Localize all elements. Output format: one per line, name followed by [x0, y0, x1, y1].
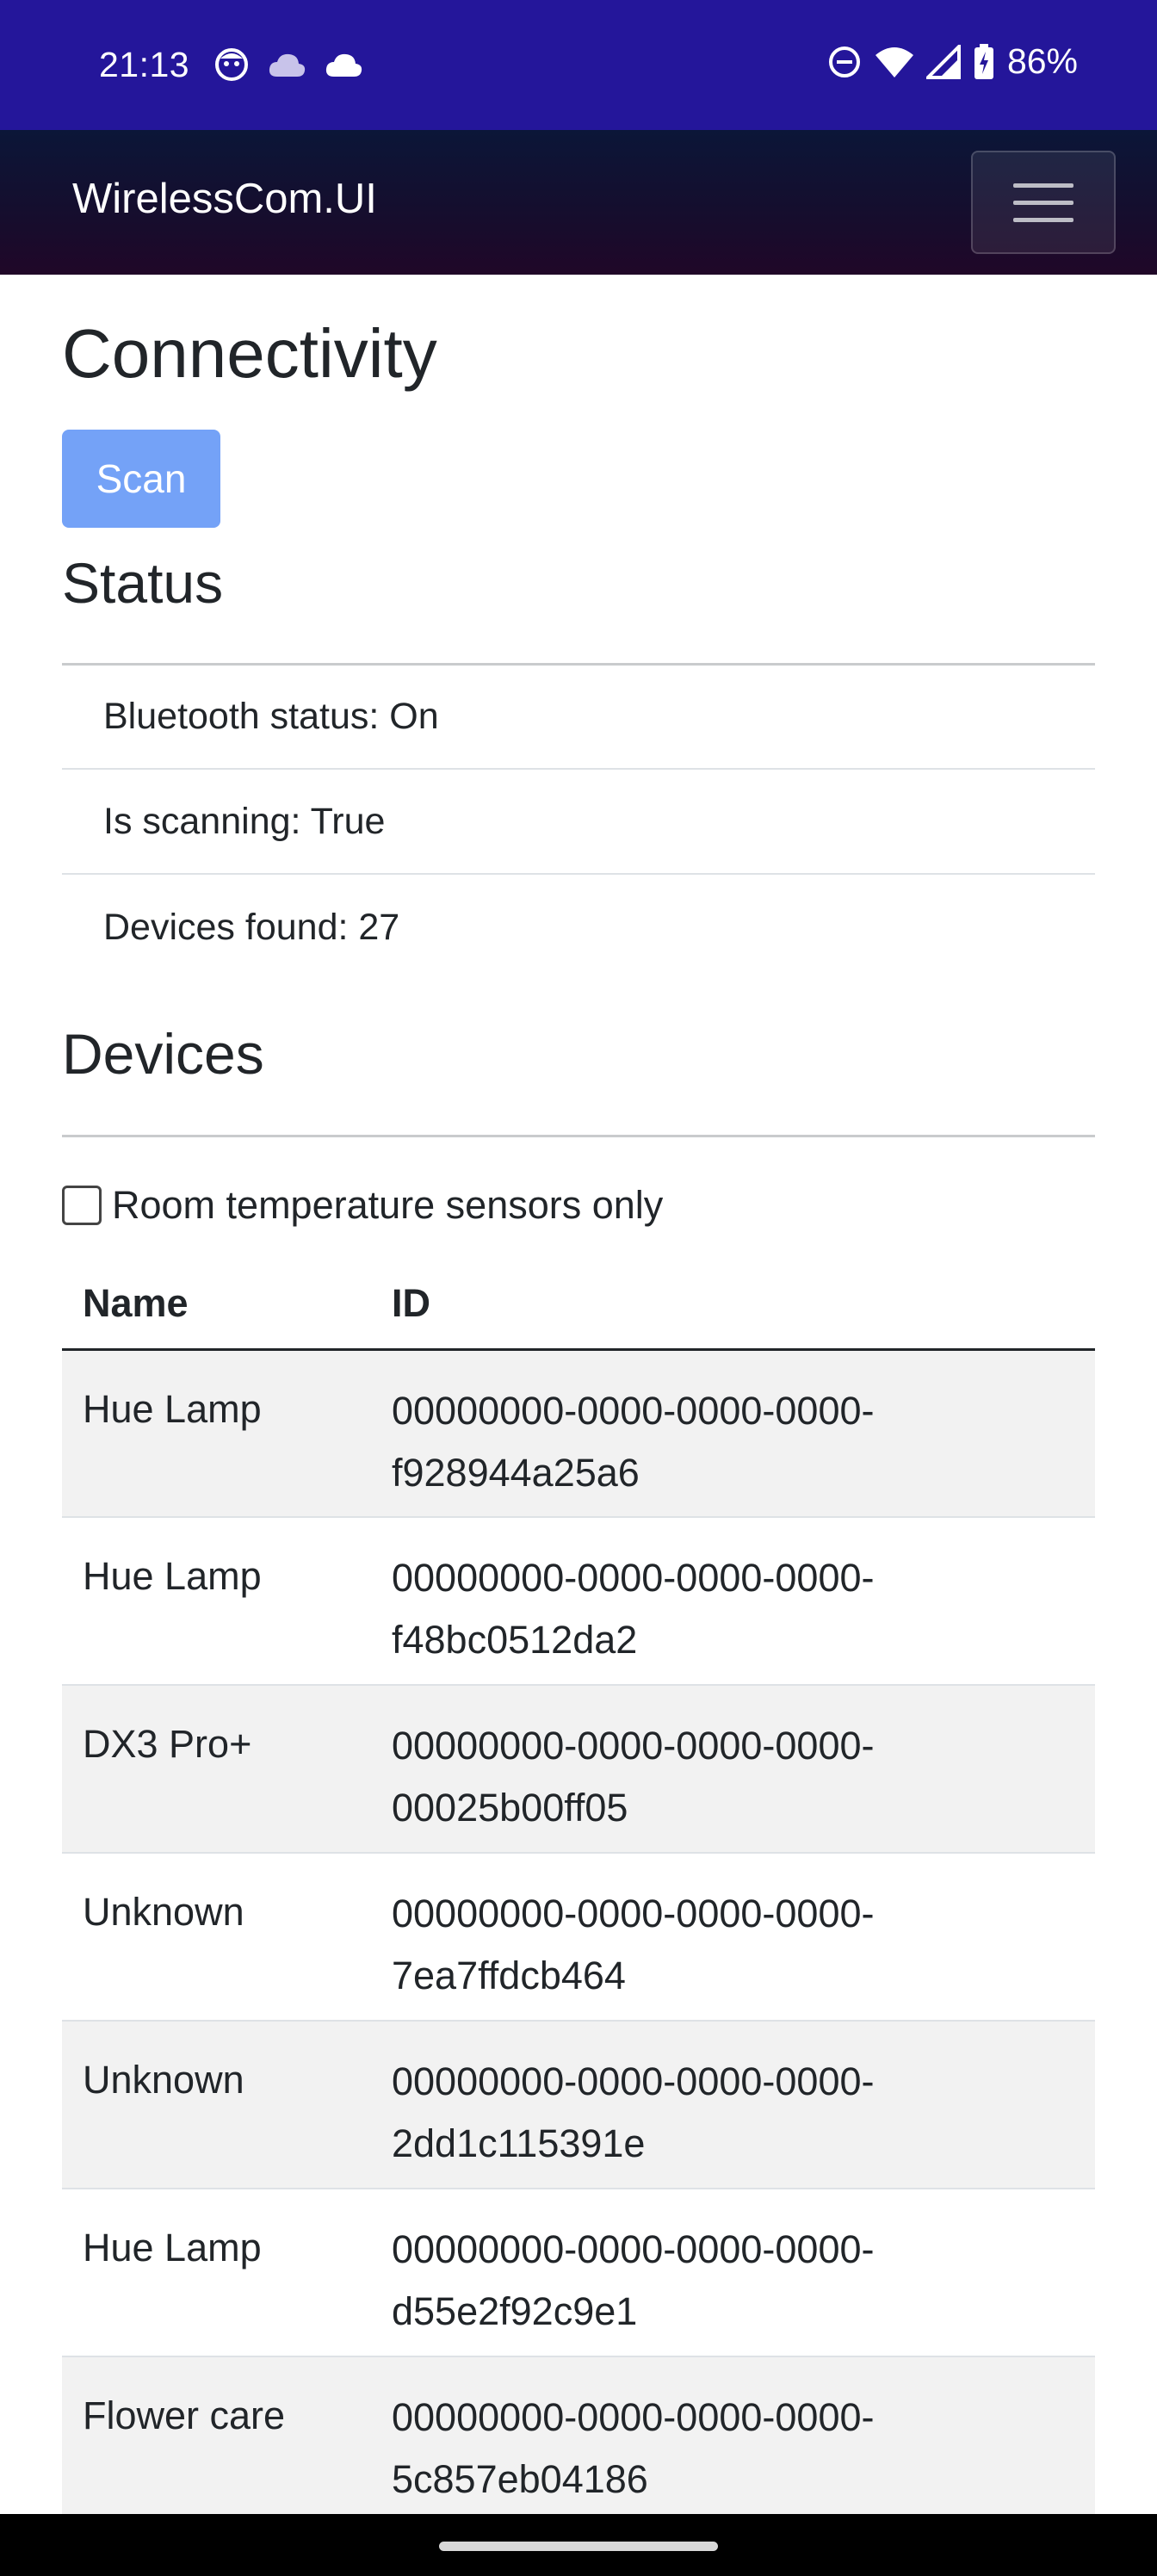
device-id-part: 00000000-0000-0000-0000- — [392, 1556, 875, 1600]
devices-table: Name ID Hue Lamp 00000000-0000-0000-0000… — [62, 1259, 1095, 2525]
device-id-part: f48bc0512da2 — [392, 1618, 638, 1662]
page-title: Connectivity — [62, 315, 437, 392]
device-name: Hue Lamp — [62, 1517, 371, 1686]
bluetooth-status: Bluetooth status: On — [62, 665, 1095, 770]
hamburger-icon-bar — [1013, 200, 1073, 205]
device-id-part: 00000000-0000-0000-0000- — [392, 2227, 875, 2271]
dnd-icon — [828, 46, 860, 77]
device-id-part: f928944a25a6 — [392, 1450, 640, 1495]
battery-percentage: 86% — [1006, 41, 1078, 81]
device-name: Unknown — [62, 2021, 371, 2189]
device-id-part: 00000000-0000-0000-0000- — [392, 2395, 875, 2439]
cloud-icon — [269, 53, 306, 77]
device-id: 00000000-0000-0000-0000- f928944a25a6 — [371, 1349, 1095, 1518]
table-row[interactable]: Flower care 00000000-0000-0000-0000- 5c85… — [62, 2356, 1095, 2525]
device-name: Hue Lamp — [62, 2189, 371, 2357]
device-id-part: 00000000-0000-0000-0000- — [392, 1724, 875, 1768]
device-name: Unknown — [62, 1853, 371, 2022]
hamburger-icon — [1013, 183, 1073, 188]
device-id: 00000000-0000-0000-0000- 7ea7ffdcb464 — [371, 1853, 1095, 2022]
device-id: 00000000-0000-0000-0000- d55e2f92c9e1 — [371, 2189, 1095, 2357]
device-id: 00000000-0000-0000-0000- f48bc0512da2 — [371, 1517, 1095, 1686]
column-header-id: ID — [371, 1259, 1095, 1351]
table-row[interactable]: Hue Lamp 00000000-0000-0000-0000- f928944… — [62, 1349, 1095, 1518]
device-id-part: 2dd1c115391e — [392, 2121, 646, 2165]
table-row[interactable]: Unknown 00000000-0000-0000-0000- 7ea7ffdc… — [62, 1853, 1095, 2022]
table-row[interactable]: Hue Lamp 00000000-0000-0000-0000- f48bc05… — [62, 1517, 1095, 1686]
system-navigation-bar — [0, 2514, 1157, 2576]
table-row[interactable]: DX3 Pro+ 00000000-0000-0000-0000- 00025b0… — [62, 1685, 1095, 1854]
room-temperature-checkbox[interactable] — [62, 1186, 102, 1225]
system-icons: 86% — [826, 41, 1078, 82]
device-id-part: 5c857eb04186 — [392, 2457, 648, 2501]
filter-label: Room temperature sensors only — [112, 1183, 664, 1227]
scanning-status: Is scanning: True — [62, 770, 1095, 875]
menu-toggle-button[interactable] — [971, 151, 1116, 254]
table-header-row: Name ID — [62, 1259, 1095, 1351]
device-name: Flower care — [62, 2356, 371, 2525]
status-heading: Status — [62, 551, 224, 615]
hamburger-icon-bar — [1013, 217, 1073, 222]
app-brand[interactable]: WirelessCom.UI — [72, 175, 377, 223]
room-temperature-filter[interactable]: Room temperature sensors only — [62, 1183, 663, 1228]
device-id-part: 00000000-0000-0000-0000- — [392, 1892, 875, 1935]
table-row[interactable]: Unknown 00000000-0000-0000-0000- 2dd1c115… — [62, 2021, 1095, 2189]
home-gesture-handle[interactable] — [439, 2542, 718, 2551]
device-id-part: 00025b00ff05 — [392, 1786, 628, 1830]
device-id-part: d55e2f92c9e1 — [392, 2289, 638, 2333]
device-id-part: 00000000-0000-0000-0000- — [392, 1388, 875, 1433]
wifi-icon — [875, 46, 913, 77]
device-id: 00000000-0000-0000-0000- 00025b00ff05 — [371, 1685, 1095, 1854]
column-header-name: Name — [62, 1259, 371, 1351]
cloud-icon — [325, 53, 362, 77]
devices-found-count: Devices found: 27 — [103, 906, 400, 948]
device-id: 00000000-0000-0000-0000- 2dd1c115391e — [371, 2021, 1095, 2189]
table-row[interactable]: Hue Lamp 00000000-0000-0000-0000- d55e2f9… — [62, 2189, 1095, 2357]
devices-heading: Devices — [62, 1022, 264, 1086]
device-id-part: 00000000-0000-0000-0000- — [392, 2059, 875, 2103]
cell-signal-icon — [925, 44, 961, 79]
battery-charging-icon — [974, 43, 993, 79]
scan-button[interactable]: Scan — [62, 430, 220, 528]
divider — [62, 1135, 1095, 1137]
device-name: DX3 Pro+ — [62, 1685, 371, 1854]
notification-app-icon — [215, 48, 248, 81]
system-status-bar: 21:13 86% — [0, 0, 1157, 130]
device-id-part: 7ea7ffdcb464 — [392, 1954, 626, 1997]
notification-icons — [213, 46, 363, 83]
device-id: 00000000-0000-0000-0000- 5c857eb04186 — [371, 2356, 1095, 2525]
clock: 21:13 — [99, 45, 190, 84]
device-name: Hue Lamp — [62, 1349, 371, 1518]
app-navbar: WirelessCom.UI — [0, 130, 1157, 275]
